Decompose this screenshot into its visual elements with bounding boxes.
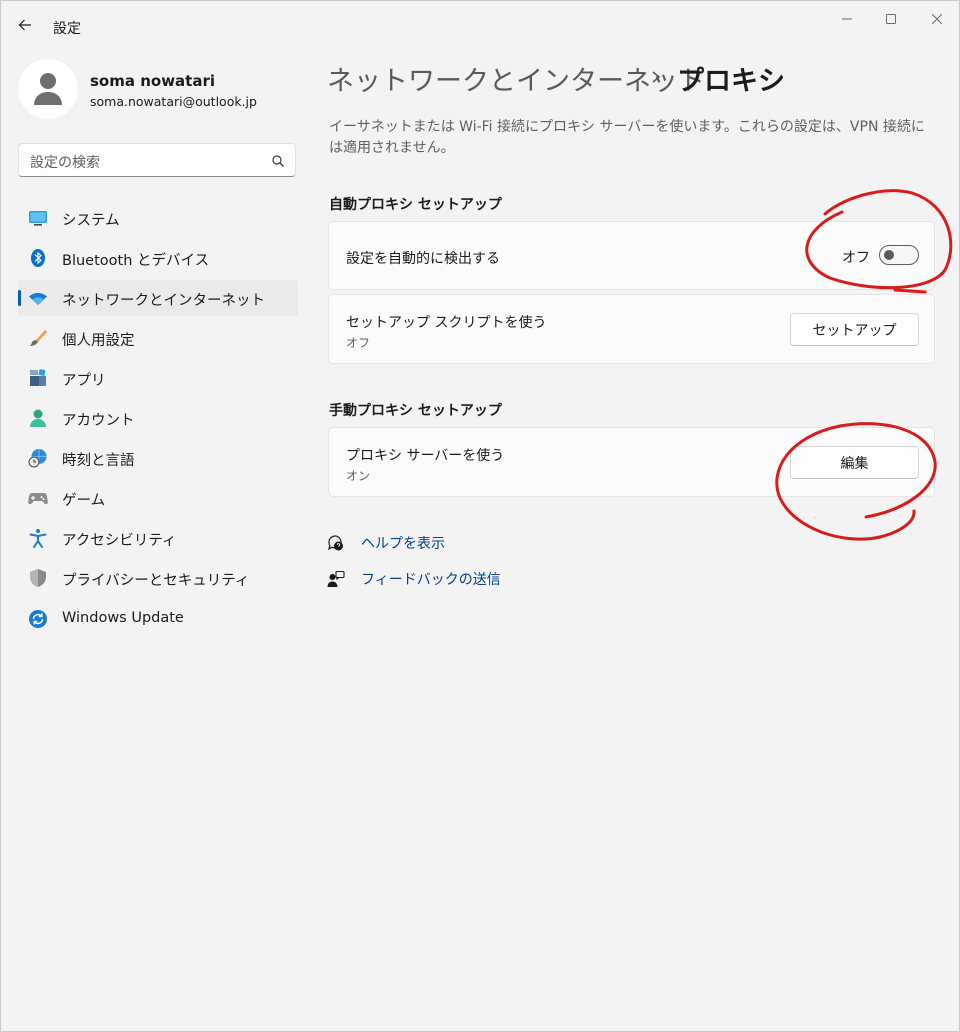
apps-icon	[30, 369, 46, 386]
settings-window: 設定 soma nowatari soma.nowatari@outlook.j…	[0, 0, 960, 1032]
update-icon	[29, 610, 47, 628]
sidebar-item-label: アクセシビリティ	[62, 533, 177, 549]
shield-icon	[30, 569, 46, 587]
selection-indicator	[18, 290, 21, 306]
sidebar-item-label: プライバシーとセキュリティ	[62, 573, 250, 589]
sidebar-item-system[interactable]: システム	[18, 200, 298, 236]
sidebar-item-windows-update[interactable]: Windows Update	[18, 601, 298, 637]
feedback-link-row[interactable]: フィードバックの送信	[327, 568, 527, 590]
auto-detect-toggle[interactable]	[879, 245, 919, 265]
page-description: イーサネットまたは Wi-Fi 接続にプロキシ サーバーを使います。これらの設定…	[329, 119, 925, 156]
search-placeholder: 設定の検索	[30, 155, 100, 171]
setup-script-card: セットアップ スクリプトを使う オフ セットアップ	[328, 294, 935, 364]
feedback-icon	[327, 570, 345, 587]
app-title: 設定	[53, 21, 81, 37]
back-button[interactable]	[11, 11, 39, 39]
setup-script-title: セットアップ スクリプトを使う	[346, 315, 547, 331]
back-arrow-icon	[18, 19, 31, 31]
sidebar-item-accounts[interactable]: アカウント	[18, 400, 298, 436]
sidebar-item-apps[interactable]: アプリ	[18, 360, 298, 396]
maximize-button[interactable]	[868, 7, 914, 31]
title-bar: 設定	[1, 1, 959, 49]
close-icon	[932, 14, 942, 24]
chevron-right-icon	[652, 71, 661, 83]
sidebar-item-gaming[interactable]: ゲーム	[18, 480, 298, 516]
sidebar-item-time-language[interactable]: 時刻と言語	[18, 440, 298, 476]
setup-button[interactable]: セットアップ	[790, 313, 919, 346]
help-icon	[328, 535, 343, 551]
sidebar-item-label: Windows Update	[62, 610, 184, 626]
time-language-icon	[28, 449, 47, 468]
toggle-knob	[884, 250, 894, 260]
system-icon	[29, 211, 47, 226]
sidebar-item-personalization[interactable]: 個人用設定	[18, 320, 298, 356]
proxy-server-status: オン	[346, 469, 371, 483]
sidebar-item-label: ネットワークとインターネット	[62, 293, 265, 309]
help-link-row[interactable]: ヘルプを表示	[327, 532, 527, 554]
help-link[interactable]: ヘルプを表示	[361, 533, 445, 553]
avatar[interactable]	[18, 59, 78, 119]
auto-detect-title: 設定を自動的に検出する	[346, 251, 500, 267]
brush-icon	[30, 330, 47, 346]
close-button[interactable]	[914, 7, 960, 31]
auto-detect-state: オフ	[842, 250, 870, 266]
minimize-icon	[842, 18, 852, 20]
setup-script-status: オフ	[346, 336, 371, 350]
network-icon	[29, 292, 47, 305]
proxy-server-card: プロキシ サーバーを使う オン 編集	[328, 427, 935, 497]
proxy-server-title: プロキシ サーバーを使う	[346, 448, 505, 464]
edit-button[interactable]: 編集	[790, 446, 919, 479]
minimize-button[interactable]	[824, 7, 870, 31]
page-title: プロキシ	[677, 66, 785, 97]
auto-detect-card: 設定を自動的に検出する オフ	[328, 221, 935, 290]
maximize-icon	[886, 14, 896, 24]
sidebar-item-label: 時刻と言語	[62, 453, 135, 469]
sidebar-item-bluetooth[interactable]: Bluetooth とデバイス	[18, 240, 298, 276]
sidebar-item-label: 個人用設定	[62, 333, 135, 349]
sidebar-item-label: Bluetooth とデバイス	[62, 253, 210, 269]
sidebar-item-label: ゲーム	[62, 493, 106, 509]
search-input[interactable]: 設定の検索	[18, 143, 296, 177]
bluetooth-icon	[31, 249, 45, 267]
search-icon	[272, 155, 284, 167]
sidebar-item-label: システム	[62, 213, 120, 229]
user-email: soma.nowatari@outlook.jp	[90, 94, 257, 109]
section-heading-auto-proxy: 自動プロキシ セットアップ	[329, 197, 502, 213]
user-name: soma nowatari	[90, 72, 216, 90]
sidebar-item-label: アカウント	[62, 413, 135, 429]
gamepad-icon	[28, 493, 48, 505]
accessibility-icon	[29, 529, 47, 548]
account-icon	[30, 409, 46, 427]
sidebar-item-privacy-security[interactable]: プライバシーとセキュリティ	[18, 560, 298, 596]
sidebar-item-label: アプリ	[62, 373, 106, 389]
sidebar-item-network[interactable]: ネットワークとインターネット	[18, 280, 298, 316]
person-icon	[34, 73, 62, 105]
feedback-link[interactable]: フィードバックの送信	[361, 569, 501, 589]
sidebar-item-accessibility[interactable]: アクセシビリティ	[18, 520, 298, 556]
section-heading-manual-proxy: 手動プロキシ セットアップ	[329, 403, 502, 419]
